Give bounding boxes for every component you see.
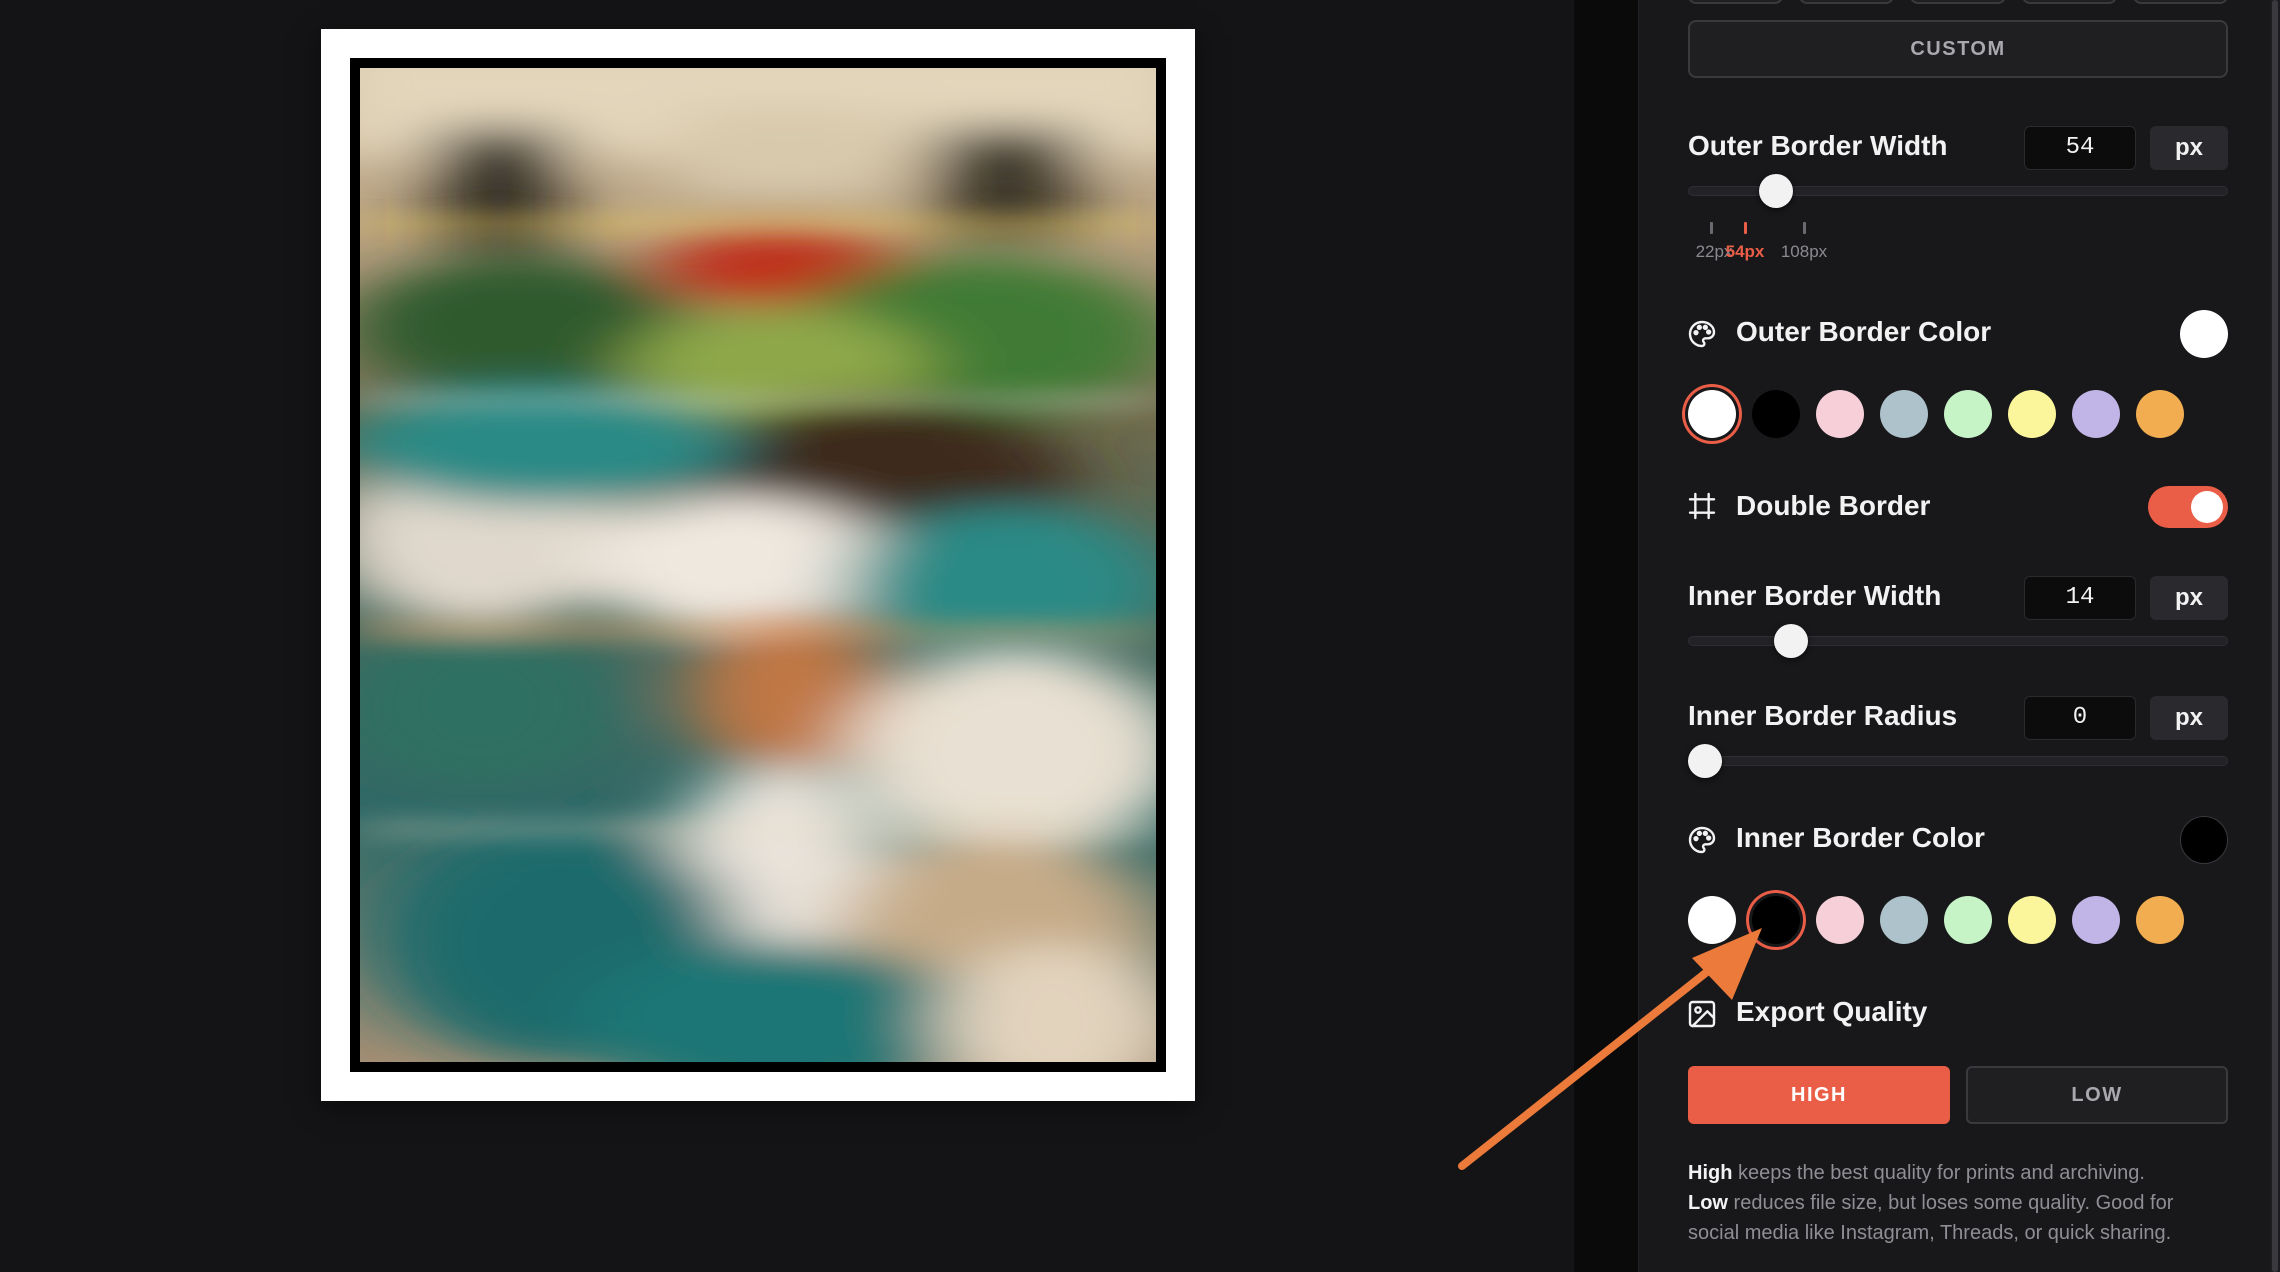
inner-border-radius-slider[interactable] [1688,756,2228,766]
outer-border-width-label: Outer Border Width [1688,130,1948,161]
outer-swatch-orange[interactable] [2136,390,2184,438]
inner-border-radius-input[interactable]: 0 [2024,696,2136,740]
outer-border-width-slider-thumb[interactable] [1758,174,1793,208]
outer-swatch-yellow[interactable] [2008,390,2056,438]
tick-marker [1710,222,1713,234]
toggle-knob [2191,491,2223,523]
inner-border-width-slider[interactable] [1688,636,2228,646]
inner-swatch-white[interactable] [1688,896,1736,944]
outer-border-color-picker[interactable] [2180,310,2228,358]
inner-swatch-black[interactable] [1752,896,1800,944]
inner-swatch-slate[interactable] [1880,896,1928,944]
inner-swatch-orange[interactable] [2136,896,2184,944]
preview-photo [360,68,1156,1062]
outer-swatch-black[interactable] [1752,390,1800,438]
export-quality-low-button[interactable]: LOW [1966,1066,2228,1124]
inner-border-color-label: Inner Border Color [1736,822,1985,853]
help-low-description: reduces file size, but loses some qualit… [1688,1192,2174,1244]
inner-border-width-input[interactable]: 14 [2024,576,2136,620]
outer-border-frame [321,29,1195,1101]
outer-swatch-mint[interactable] [1944,390,1992,438]
preview-canvas [0,0,1574,1272]
inner-border-radius-label: Inner Border Radius [1688,700,1958,731]
outer-swatch-slate[interactable] [1880,390,1928,438]
preset-row [1688,0,2229,4]
preset-button[interactable] [1688,0,1784,4]
help-low-term: Low [1688,1192,1728,1214]
palette-icon [1688,826,1716,854]
outer-swatch-lavender[interactable] [2072,390,2120,438]
preset-button[interactable] [2021,0,2117,4]
tick-label-54px[interactable]: 54px [1726,242,1765,262]
export-quality-label: Export Quality [1736,996,1928,1027]
panel-scrollbar-thumb[interactable] [2272,0,2278,1272]
outer-swatch-white[interactable] [1688,390,1736,438]
inner-border-radius-slider-thumb[interactable] [1688,744,1722,778]
inner-swatch-pink[interactable] [1816,896,1864,944]
app-root: CUSTOM Outer Border Width 54 px 22px 54p… [0,0,2280,1272]
panel-gutter [1574,0,1638,1272]
blurred-photo-image [360,68,1156,1062]
inner-swatch-lavender[interactable] [2072,896,2120,944]
inner-border-radius-unit: px [2150,696,2228,740]
outer-border-width-input[interactable]: 54 [2024,126,2136,170]
tick-label-108px[interactable]: 108px [1781,242,1827,262]
image-icon [1688,1000,1716,1028]
outer-border-width-unit: px [2150,126,2228,170]
custom-preset-button[interactable]: CUSTOM [1688,20,2228,78]
frame-grid-icon [1688,492,1716,520]
double-border-toggle[interactable] [2148,486,2228,528]
export-quality-help-text: High keeps the best quality for prints a… [1688,1158,2228,1248]
inner-swatch-mint[interactable] [1944,896,1992,944]
outer-border-color-label: Outer Border Color [1736,316,1992,347]
help-high-description: keeps the best quality for prints and ar… [1732,1162,2145,1184]
palette-icon [1688,320,1716,348]
preset-button[interactable] [1910,0,2006,4]
outer-swatch-pink[interactable] [1816,390,1864,438]
preset-button[interactable] [1799,0,1895,4]
inner-border-frame [350,58,1166,1072]
tick-marker [1744,222,1747,234]
inner-border-color-picker[interactable] [2180,816,2228,864]
help-high-term: High [1688,1162,1733,1184]
preset-button[interactable] [2132,0,2229,4]
export-quality-high-button[interactable]: HIGH [1688,1066,1950,1124]
tick-marker [1803,222,1806,234]
inner-border-width-slider-thumb[interactable] [1774,624,1809,658]
inner-border-width-unit: px [2150,576,2228,620]
inner-border-width-label: Inner Border Width [1688,580,1942,611]
double-border-label: Double Border [1736,490,1931,521]
inner-swatch-yellow[interactable] [2008,896,2056,944]
